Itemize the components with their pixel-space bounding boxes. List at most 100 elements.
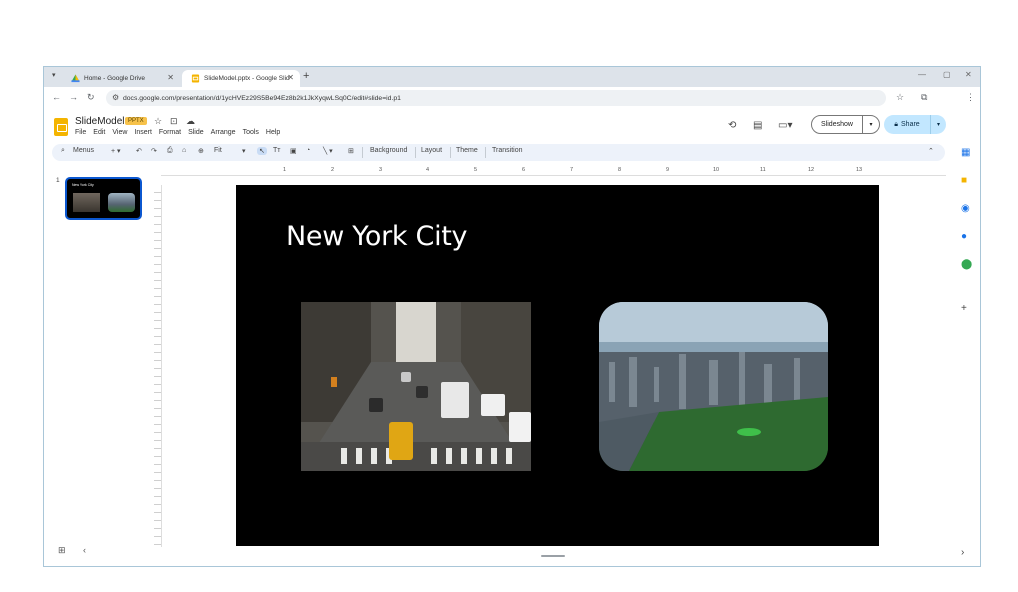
grid-view-icon[interactable]: ⊞ xyxy=(58,545,66,556)
close-window-button[interactable]: ✕ xyxy=(965,70,972,79)
close-tab-icon[interactable]: ✕ xyxy=(287,73,294,82)
menu-bar: File Edit View Insert Format Slide Arran… xyxy=(75,129,280,136)
share-options-button[interactable]: ▾ xyxy=(930,115,946,134)
menu-tools[interactable]: Tools xyxy=(243,129,259,136)
ruler-tick: 9 xyxy=(666,167,670,173)
maximize-button[interactable]: ▢ xyxy=(943,70,951,79)
redo-icon[interactable]: ↷ xyxy=(151,147,157,155)
menu-file[interactable]: File xyxy=(75,129,86,136)
toolbar-divider xyxy=(450,147,451,158)
version-history-icon[interactable]: ⟲ xyxy=(728,120,736,131)
move-folder-icon[interactable]: ⊡ xyxy=(170,116,178,127)
slideshow-options-button[interactable]: ▾ xyxy=(862,115,880,134)
layout-button[interactable]: Layout xyxy=(421,147,442,154)
expand-side-panel-icon[interactable]: › xyxy=(961,547,964,558)
select-cursor-icon[interactable]: ↖ xyxy=(257,147,267,155)
collapse-toolbar-icon[interactable]: ⌃ xyxy=(928,147,934,155)
street-traffic-image[interactable] xyxy=(301,302,531,471)
keep-icon[interactable]: ■ xyxy=(961,175,967,186)
star-icon[interactable]: ☆ xyxy=(154,116,162,127)
tab-search-icon[interactable]: ▾ xyxy=(52,71,56,79)
navigation-bar: ← → ↻ ⚙ docs.google.com/presentation/d/1… xyxy=(44,87,980,109)
paint-format-icon[interactable]: ⌂ xyxy=(182,147,186,154)
reload-icon[interactable]: ↻ xyxy=(87,92,95,103)
back-icon[interactable]: ← xyxy=(52,92,61,102)
search-icon[interactable]: ⌕ xyxy=(61,147,65,155)
insert-comment-icon[interactable]: ⊞ xyxy=(348,147,354,155)
ruler-tick: 13 xyxy=(856,167,863,173)
zoom-icon[interactable]: ⊕ xyxy=(198,147,204,155)
line-icon[interactable]: ╲ ▾ xyxy=(323,147,333,155)
menu-view[interactable]: View xyxy=(112,129,127,136)
url-text: docs.google.com/presentation/d/1ycHVEz29… xyxy=(123,94,401,102)
minimize-button[interactable]: — xyxy=(918,70,926,79)
ruler-tick: 2 xyxy=(331,167,335,173)
vertical-ruler xyxy=(154,185,162,547)
document-title[interactable]: SlideModel xyxy=(75,116,124,127)
slide-title[interactable]: New York City xyxy=(286,221,468,252)
tab-title: SlideModel.pptx - Google Slid xyxy=(204,75,290,82)
text-box-icon[interactable]: Tт xyxy=(273,147,280,154)
tab-google-drive[interactable]: Home - Google Drive ✕ xyxy=(62,70,180,87)
menu-edit[interactable]: Edit xyxy=(93,129,105,136)
ruler-tick: 4 xyxy=(426,167,430,173)
slideshow-button[interactable]: Slideshow xyxy=(811,115,863,134)
google-slides-icon xyxy=(191,74,200,83)
collapse-filmstrip-icon[interactable]: ‹ xyxy=(83,545,86,555)
menu-format[interactable]: Format xyxy=(159,129,181,136)
tasks-icon[interactable]: ◉ xyxy=(961,203,970,214)
comments-icon[interactable]: ▤ xyxy=(753,120,762,131)
background-button[interactable]: Background xyxy=(370,147,407,154)
search-menus-input[interactable]: Menus xyxy=(73,147,94,154)
zoom-select[interactable]: Fit xyxy=(214,147,222,154)
address-bar[interactable]: ⚙ docs.google.com/presentation/d/1ycHVEz… xyxy=(106,90,886,106)
calendar-icon[interactable]: ▦ xyxy=(961,147,970,158)
undo-icon[interactable]: ↶ xyxy=(136,147,142,155)
resize-handle[interactable] xyxy=(541,555,565,557)
menu-slide[interactable]: Slide xyxy=(188,129,204,136)
ruler-tick: 7 xyxy=(570,167,574,173)
tab-title: Home - Google Drive xyxy=(84,75,146,82)
tab-strip: ▾ Home - Google Drive ✕ SlideModel.pptx … xyxy=(44,67,980,87)
menu-insert[interactable]: Insert xyxy=(134,129,152,136)
slide-number: 1 xyxy=(56,177,60,184)
share-button[interactable]: 🔒︎ Share xyxy=(884,115,930,134)
meet-icon[interactable]: ▭▾ xyxy=(778,120,792,131)
slide-canvas[interactable]: New York City xyxy=(236,185,879,546)
ruler-tick: 1 xyxy=(283,167,287,173)
share-label: Share xyxy=(901,121,920,128)
transition-button[interactable]: Transition xyxy=(492,147,522,154)
maps-icon[interactable]: ⬤ xyxy=(961,259,972,270)
browser-window: ▾ Home - Google Drive ✕ SlideModel.pptx … xyxy=(43,66,981,567)
site-info-icon[interactable]: ⚙ xyxy=(112,93,119,102)
shape-icon[interactable]: ◔ xyxy=(306,147,310,154)
google-drive-icon xyxy=(71,74,80,83)
slide-thumbnail[interactable]: New York City xyxy=(65,177,142,220)
slides-logo-icon[interactable] xyxy=(54,118,68,136)
toolbar: ⌕ Menus + ▾ ↶ ↷ ⎙ ⌂ ⊕ Fit ▾ ↖ Tт ▣ ◔ ╲ ▾… xyxy=(52,144,945,161)
new-tab-button[interactable]: + xyxy=(303,70,309,82)
menu-help[interactable]: Help xyxy=(266,129,280,136)
add-addon-icon[interactable]: + xyxy=(961,303,967,314)
menu-arrange[interactable]: Arrange xyxy=(211,129,236,136)
browser-menu-icon[interactable]: ⋮ xyxy=(966,92,975,103)
file-type-badge: PPTX xyxy=(125,117,147,125)
ruler-tick: 3 xyxy=(379,167,383,173)
print-icon[interactable]: ⎙ xyxy=(167,147,173,155)
new-slide-icon[interactable]: + ▾ xyxy=(111,147,121,155)
ruler-tick: 11 xyxy=(760,167,766,173)
bookmark-star-icon[interactable]: ☆ xyxy=(896,92,904,103)
forward-icon[interactable]: → xyxy=(69,92,78,102)
extensions-icon[interactable]: ⧉ xyxy=(921,92,927,103)
cloud-status-icon[interactable]: ☁ xyxy=(186,116,195,127)
chevron-down-icon[interactable]: ▾ xyxy=(242,147,246,155)
tab-slidemodel[interactable]: SlideModel.pptx - Google Slid ✕ xyxy=(182,70,300,87)
contacts-icon[interactable]: ● xyxy=(961,231,967,242)
ruler-tick: 6 xyxy=(522,167,526,173)
close-tab-icon[interactable]: ✕ xyxy=(167,73,174,82)
theme-button[interactable]: Theme xyxy=(456,147,478,154)
thumbnail-image-street xyxy=(73,193,100,212)
street-scene-illustration xyxy=(301,302,531,471)
insert-image-icon[interactable]: ▣ xyxy=(290,147,297,155)
aerial-city-image[interactable] xyxy=(599,302,828,471)
